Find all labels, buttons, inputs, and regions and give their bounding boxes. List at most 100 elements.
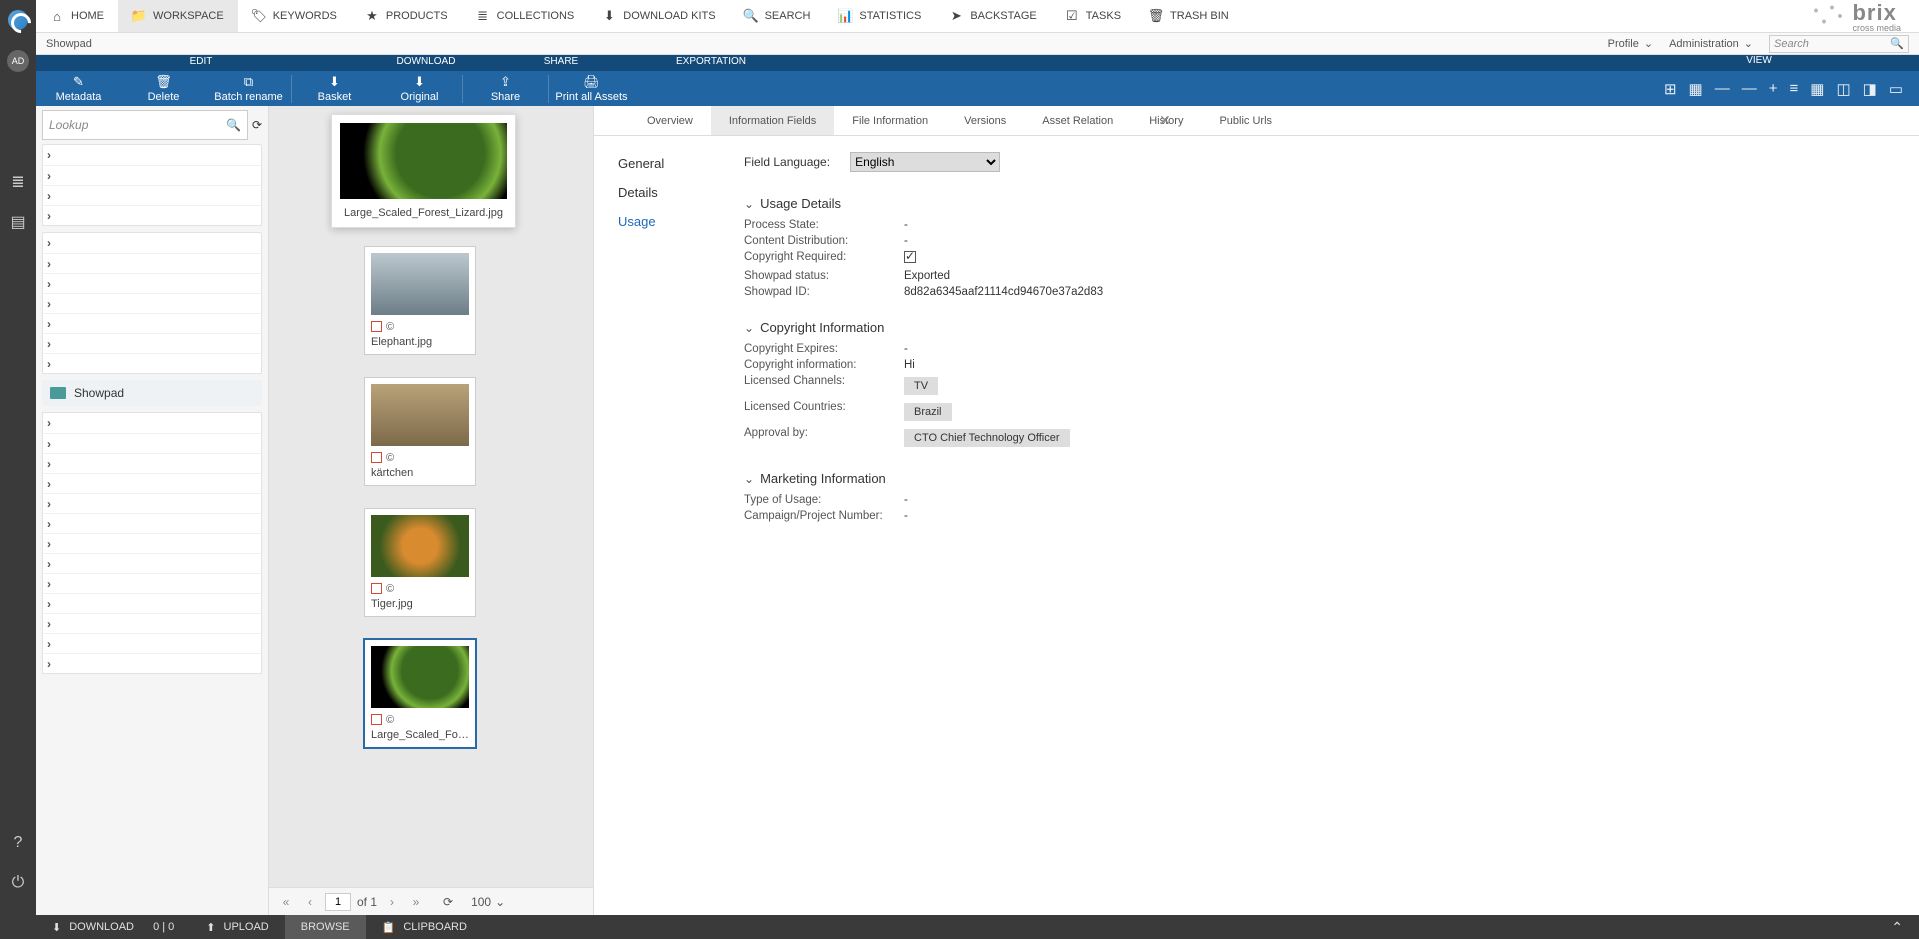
tree-item[interactable] [43, 333, 261, 353]
group-toggle[interactable]: ⌄Usage Details [744, 196, 1895, 211]
chip[interactable]: CTO Chief Technology Officer [904, 429, 1070, 447]
tree-item[interactable] [43, 433, 261, 453]
nav-backstage[interactable]: ➤BACKSTAGE [935, 0, 1050, 32]
pager-first[interactable]: « [277, 895, 295, 909]
ribbon-metadata-button[interactable]: ✎Metadata [36, 74, 121, 103]
view-tool-icon[interactable]: ≡ [1789, 80, 1798, 97]
view-tool-icon[interactable]: — [1742, 80, 1757, 97]
layers-icon[interactable]: ≣ [8, 172, 28, 192]
tree-item[interactable] [43, 253, 261, 273]
tab-public-urls[interactable]: Public Urls [1201, 106, 1290, 135]
view-tool-icon[interactable]: + [1769, 80, 1778, 97]
asset-card[interactable]: ©Large_Scaled_Fores... [364, 639, 476, 748]
tree-item[interactable] [43, 233, 261, 253]
tree-scroll[interactable]: Showpad [36, 144, 268, 915]
ribbon-print-all-assets-button[interactable]: 🖨Print all Assets [549, 74, 634, 103]
view-tool-icon[interactable]: ⊞ [1664, 80, 1677, 98]
chip[interactable]: Brazil [904, 403, 952, 421]
tree-item[interactable] [43, 553, 261, 573]
bottombar-expand[interactable]: ⌃ [1875, 919, 1919, 936]
asset-card[interactable]: ©Tiger.jpg [364, 508, 476, 617]
nav-products[interactable]: ★PRODUCTS [351, 0, 462, 32]
tree-item[interactable] [43, 185, 261, 205]
tree-item[interactable] [43, 613, 261, 633]
profile-dropdown[interactable]: Profile⌄ [1608, 37, 1653, 50]
tree-item[interactable] [43, 513, 261, 533]
view-tool-icon[interactable]: — [1715, 80, 1730, 97]
tree-item[interactable] [43, 313, 261, 333]
nav-workspace[interactable]: 📁WORKSPACE [118, 0, 238, 32]
ribbon-delete-button[interactable]: 🗑Delete [121, 74, 206, 103]
asset-card[interactable]: ©Elephant.jpg [364, 246, 476, 355]
ribbon-original-button[interactable]: ⬇Original [377, 74, 462, 103]
tree-item[interactable] [43, 473, 261, 493]
view-tool-icon[interactable]: ◫ [1836, 80, 1850, 98]
group-toggle[interactable]: ⌄Marketing Information [744, 471, 1895, 486]
tree-item[interactable] [43, 165, 261, 185]
tree-item[interactable] [43, 593, 261, 613]
help-icon[interactable]: ? [8, 833, 28, 853]
app-logo[interactable] [8, 10, 28, 30]
side-nav-details[interactable]: Details [618, 185, 738, 200]
tree-item[interactable] [43, 653, 261, 673]
pager-size-select[interactable]: 100⌄ [471, 895, 505, 909]
tree-item[interactable] [43, 273, 261, 293]
pager-next[interactable]: › [383, 895, 401, 909]
browse-button[interactable]: BROWSE [285, 915, 366, 939]
tree-item[interactable] [43, 205, 261, 225]
tree-item[interactable] [43, 533, 261, 553]
tree-folder-showpad[interactable]: Showpad [42, 380, 262, 406]
nav-tasks[interactable]: ☑TASKS [1051, 0, 1135, 32]
power-icon[interactable]: ⏻ [8, 873, 28, 893]
view-tool-icon[interactable]: ▦ [1810, 80, 1824, 98]
global-search-input[interactable]: Search🔍 [1769, 35, 1909, 53]
tab-versions[interactable]: Versions [946, 106, 1024, 135]
asset-card[interactable]: ©kärtchen [364, 377, 476, 486]
nav-keywords[interactable]: 🏷KEYWORDS [238, 0, 351, 32]
refresh-tree-icon[interactable]: ⟳ [252, 118, 262, 132]
view-tool-icon[interactable]: ▦ [1689, 80, 1703, 98]
pager-page-input[interactable] [325, 893, 351, 911]
tree-item[interactable] [43, 413, 261, 433]
ribbon-basket-button[interactable]: ⬇Basket [292, 74, 377, 103]
nav-icon: 🔍 [744, 9, 758, 23]
nav-search[interactable]: 🔍SEARCH [730, 0, 825, 32]
tree-item[interactable] [43, 633, 261, 653]
user-avatar[interactable]: AD [7, 50, 29, 72]
upload-tray[interactable]: ⬆UPLOAD [190, 915, 284, 939]
tab-file-information[interactable]: File Information [834, 106, 946, 135]
tab-asset-relation[interactable]: Asset Relation [1024, 106, 1131, 135]
download-tray[interactable]: ⬇DOWNLOAD 0 | 0 [36, 915, 190, 939]
chip[interactable]: TV [904, 377, 938, 395]
tree-item[interactable] [43, 353, 261, 373]
side-nav-general[interactable]: General [618, 156, 738, 171]
view-tool-icon[interactable]: ◨ [1863, 80, 1877, 98]
tab-information-fields[interactable]: Information Fields [711, 106, 834, 135]
field-language-select[interactable]: English [850, 152, 1000, 172]
group-toggle[interactable]: ⌄Copyright Information [744, 320, 1895, 335]
nav-home[interactable]: ⌂HOME [36, 0, 118, 32]
admin-dropdown[interactable]: Administration⌄ [1669, 37, 1753, 50]
view-tool-icon[interactable]: ▭ [1889, 80, 1903, 98]
widget-icon[interactable]: ▤ [8, 212, 28, 232]
ribbon-batch-rename-button[interactable]: ⧉Batch rename [206, 74, 291, 103]
nav-statistics[interactable]: 📊STATISTICS [824, 0, 935, 32]
tree-item[interactable] [43, 573, 261, 593]
tree-item[interactable] [43, 453, 261, 473]
tree-item[interactable] [43, 493, 261, 513]
tree-lookup-input[interactable]: Lookup🔍 [42, 110, 248, 140]
pager-reload[interactable]: ⟳ [443, 895, 453, 909]
side-nav-usage[interactable]: Usage [618, 214, 738, 229]
checkbox-icon [904, 251, 916, 263]
ribbon-share-button[interactable]: ⇪Share [463, 74, 548, 103]
clipboard-tray[interactable]: 📋CLIPBOARD [366, 915, 483, 939]
tab-overview[interactable]: Overview [629, 106, 711, 135]
pager-last[interactable]: » [407, 895, 425, 909]
tree-item[interactable] [43, 145, 261, 165]
tree-item[interactable] [43, 293, 261, 313]
close-detail-button[interactable]: ✕ [1159, 112, 1171, 129]
nav-trash-bin[interactable]: 🗑TRASH BIN [1135, 0, 1243, 32]
pager-prev[interactable]: ‹ [301, 895, 319, 909]
nav-download-kits[interactable]: ⬇DOWNLOAD KITS [588, 0, 729, 32]
nav-collections[interactable]: ≣COLLECTIONS [462, 0, 589, 32]
